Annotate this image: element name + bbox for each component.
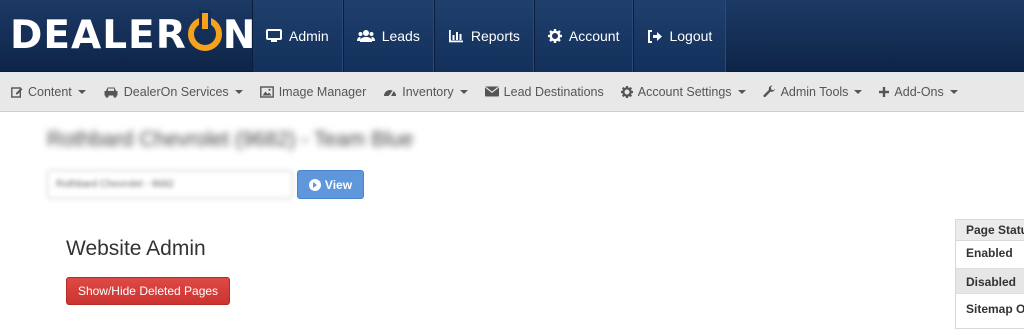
plus-icon (879, 86, 890, 97)
nav-logout-label: Logout (669, 28, 713, 44)
status-row-sitemap[interactable]: Sitemap Only (956, 294, 1024, 324)
page-status-header: Page Status (956, 220, 1024, 241)
gear-icon (547, 29, 562, 43)
subnav-dealeron-services-label: DealerOn Services (123, 84, 229, 99)
nav-leads[interactable]: Leads (342, 0, 434, 72)
nav-account[interactable]: Account (533, 0, 634, 72)
monitor-icon (266, 29, 282, 42)
dealeron-logo[interactable]: DEALER N (10, 12, 256, 60)
users-icon (356, 30, 375, 42)
dealer-selector-input[interactable] (47, 170, 293, 199)
top-navbar: DEALER N Admin Leads Reports Account Logo… (0, 0, 1024, 72)
chevron-down-icon (737, 89, 746, 94)
subnav-add-ons[interactable]: Add-Ons (879, 84, 958, 99)
subnav-dealeron-services[interactable]: DealerOn Services (103, 85, 243, 99)
top-nav: Admin Leads Reports Account Logout (252, 0, 727, 72)
subnav-content[interactable]: Content (11, 85, 86, 99)
chevron-down-icon (949, 89, 958, 94)
subnav-account-settings-label: Account Settings (637, 84, 732, 99)
subnav-image-manager[interactable]: Image Manager (259, 84, 367, 99)
nav-reports[interactable]: Reports (433, 0, 534, 72)
picture-icon (259, 85, 274, 98)
page-title: Website Admin (66, 237, 206, 260)
nav-account-label: Account (568, 28, 620, 44)
bar-chart-icon (448, 30, 463, 43)
status-row-enabled[interactable]: Enabled (956, 241, 1024, 268)
dashboard-icon (384, 89, 397, 97)
envelope-icon (484, 86, 499, 97)
gear-icon (620, 85, 633, 98)
chevron-down-icon (459, 89, 468, 94)
nav-leads-label: Leads (381, 28, 420, 44)
car-icon (104, 87, 118, 98)
dealer-title: Rothbard Chevrolet (9682) - Team Blue (47, 128, 414, 151)
power-icon (187, 13, 222, 51)
subnav-lead-destinations[interactable]: Lead Destinations (484, 84, 604, 99)
subnav-admin-tools-label: Admin Tools (780, 84, 849, 99)
view-button-label: View (324, 177, 353, 192)
subnav-inventory-label: Inventory (402, 84, 454, 99)
chevron-down-icon (234, 89, 243, 94)
sub-navbar: Content DealerOn Services Image Manager … (0, 72, 1024, 112)
subnav-account-settings[interactable]: Account Settings (620, 84, 746, 99)
circle-arrow-right-icon (308, 178, 321, 191)
page-status-panel: Page Status Enabled Disabled Sitemap Onl… (955, 219, 1024, 329)
subnav-add-ons-label: Add-Ons (894, 84, 944, 99)
subnav-content-label: Content (28, 84, 72, 99)
chevron-down-icon (854, 89, 863, 94)
edit-icon (11, 86, 23, 98)
show-hide-deleted-button[interactable]: Show/Hide Deleted Pages (66, 277, 230, 305)
view-button[interactable]: View (297, 170, 364, 199)
status-row-disabled[interactable]: Disabled (956, 268, 1024, 294)
nav-admin[interactable]: Admin (252, 0, 343, 72)
nav-admin-label: Admin (289, 28, 329, 44)
subnav-inventory[interactable]: Inventory (383, 84, 468, 99)
chevron-down-icon (77, 89, 86, 94)
nav-reports-label: Reports (470, 28, 520, 44)
nav-logout[interactable]: Logout (633, 0, 727, 72)
subnav-image-manager-label: Image Manager (278, 84, 367, 99)
wrench-icon (763, 85, 775, 98)
sign-out-icon (648, 29, 663, 43)
subnav-admin-tools[interactable]: Admin Tools (763, 85, 863, 99)
show-hide-deleted-label: Show/Hide Deleted Pages (77, 284, 219, 298)
subnav-lead-destinations-label: Lead Destinations (503, 84, 604, 99)
